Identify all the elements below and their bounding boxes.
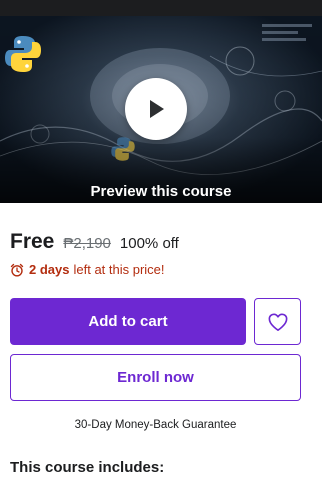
discount-percent: 100% off — [119, 235, 179, 252]
wishlist-button[interactable] — [254, 298, 301, 345]
heart-icon — [268, 312, 287, 331]
play-icon — [150, 100, 164, 118]
timer-days: 2 days — [29, 262, 70, 277]
top-bar — [0, 0, 322, 16]
timer-text: left at this price! — [73, 262, 165, 277]
preview-label: Preview this course — [90, 183, 232, 200]
current-price: Free — [10, 230, 55, 253]
sale-timer: 2 days left at this price! — [10, 262, 165, 277]
enroll-now-button[interactable]: Enroll now — [10, 354, 301, 401]
alarm-clock-icon — [10, 263, 24, 277]
money-back-guarantee: 30-Day Money-Back Guarantee — [74, 419, 237, 431]
original-price: ₱2,190 — [63, 235, 111, 252]
add-to-cart-button[interactable]: Add to cart — [10, 298, 246, 345]
python-logo-icon — [5, 36, 41, 72]
course-includes-heading: This course includes: — [10, 459, 165, 476]
course-preview[interactable]: Preview this course — [0, 16, 322, 203]
play-button[interactable] — [125, 78, 187, 140]
python-small-icon — [111, 137, 135, 161]
price-row: Free ₱2,190 100% off — [10, 230, 179, 254]
